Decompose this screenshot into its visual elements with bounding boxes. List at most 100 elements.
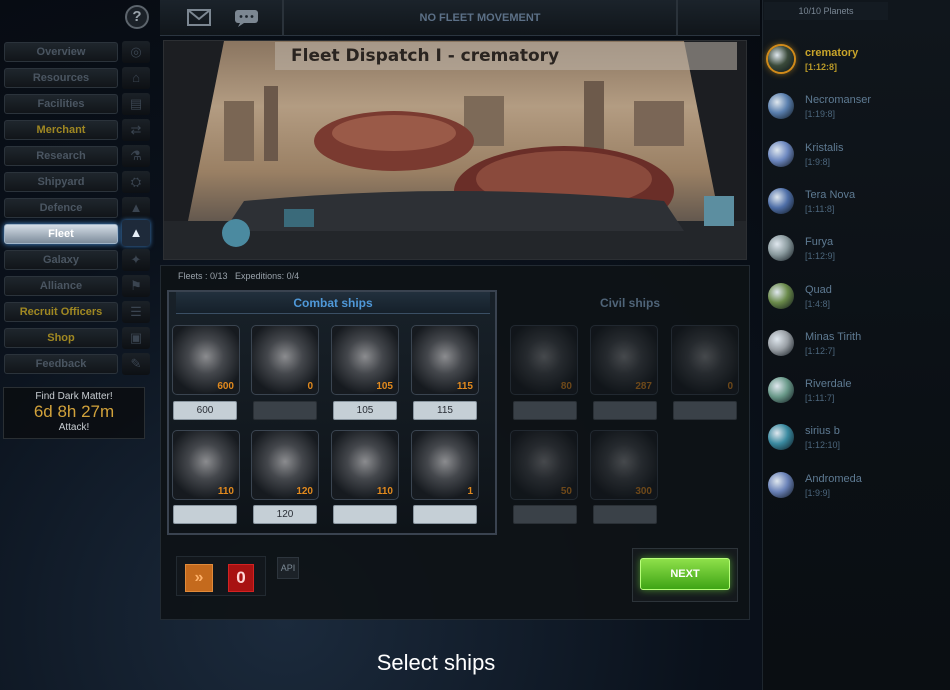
planet-coords: [1:12:9]: [805, 251, 836, 262]
ship-available-count: 600: [217, 381, 234, 392]
shipyard-icon[interactable]: ⛭: [122, 171, 150, 193]
fleet-icon[interactable]: ▲: [122, 220, 150, 246]
dark-matter-attack-link[interactable]: Attack!: [4, 422, 144, 433]
planet-name[interactable]: Kristalis: [805, 142, 844, 154]
select-all-ships-button[interactable]: »: [185, 564, 213, 592]
tab-civil-ships[interactable]: Civil ships: [510, 292, 750, 314]
menu-item-research[interactable]: Research: [4, 146, 118, 166]
ship-available-count: 50: [560, 486, 572, 497]
ship-available-count: 110: [376, 486, 393, 497]
planet-coords: [1:12:8]: [805, 62, 838, 72]
alliance-icon[interactable]: ⚑: [122, 275, 150, 297]
ship-available-count: 300: [635, 486, 652, 497]
ship-card: 287: [590, 325, 658, 395]
menu-item-defence[interactable]: Defence: [4, 198, 118, 218]
ship-quantity-input: [593, 505, 657, 524]
ship-quantity-input[interactable]: [173, 505, 237, 524]
fleet-dispatch-banner: [163, 40, 747, 260]
feedback-icon[interactable]: ✎: [122, 353, 150, 375]
planet-thumbnail[interactable]: [768, 187, 794, 214]
api-button[interactable]: API: [277, 557, 299, 579]
ship-available-count: 1: [467, 486, 473, 497]
planet-name[interactable]: sirius b: [805, 425, 840, 437]
ship-card[interactable]: 120: [251, 430, 319, 500]
clear-selection-button[interactable]: 0: [228, 564, 254, 592]
ship-card[interactable]: 105: [331, 325, 399, 395]
ship-card[interactable]: 0: [251, 325, 319, 395]
ship-card: 300: [590, 430, 658, 500]
ship-card[interactable]: 110: [172, 430, 240, 500]
fleets-count: Fleets : 0/13: [178, 271, 228, 281]
ship-quantity-input[interactable]: 600: [173, 401, 237, 420]
menu-item-shipyard[interactable]: Shipyard: [4, 172, 118, 192]
planet-coords: [1:12:10]: [805, 440, 841, 451]
help-icon[interactable]: ?: [125, 5, 149, 29]
menu-item-fleet[interactable]: Fleet: [4, 224, 118, 244]
planet-name[interactable]: Riverdale: [805, 378, 851, 390]
ship-quantity-input: [673, 401, 737, 420]
ship-card: 50: [510, 430, 578, 500]
ship-quantity-input[interactable]: [333, 505, 397, 524]
planet-coords: [1:9:8]: [805, 156, 831, 167]
research-icon[interactable]: ⚗: [122, 145, 150, 167]
ship-card[interactable]: 115: [411, 325, 479, 395]
tab-combat-ships[interactable]: Combat ships: [176, 292, 490, 314]
menu-item-feedback[interactable]: Feedback: [4, 354, 118, 374]
resources-icon[interactable]: ⌂: [122, 67, 150, 89]
galaxy-icon[interactable]: ✦: [122, 249, 150, 271]
planet-thumbnail[interactable]: [768, 282, 794, 309]
planet-thumbnail[interactable]: [768, 140, 794, 167]
menu-item-shop[interactable]: Shop: [4, 328, 118, 348]
overview-icon[interactable]: ◎: [122, 41, 150, 63]
divider: [676, 0, 678, 36]
page-title: Fleet Dispatch I - crematory: [291, 46, 560, 66]
menu-item-overview[interactable]: Overview: [4, 42, 118, 62]
ship-available-count: 105: [376, 381, 393, 392]
ship-card[interactable]: 1: [411, 430, 479, 500]
planet-coords: [1:12:7]: [805, 345, 836, 356]
planet-name[interactable]: Andromeda: [805, 473, 862, 485]
menu-item-recruit-officers[interactable]: Recruit Officers: [4, 302, 118, 322]
menu-item-facilities[interactable]: Facilities: [4, 94, 118, 114]
planet-name[interactable]: Necromanser: [805, 94, 871, 106]
fleet-movement-status[interactable]: NO FLEET MOVEMENT: [380, 12, 580, 24]
next-button[interactable]: NEXT: [640, 558, 730, 590]
planet-name[interactable]: Quad: [805, 284, 832, 296]
planet-thumbnail[interactable]: [768, 46, 794, 72]
mail-icon[interactable]: [187, 9, 211, 26]
ship-quantity-input[interactable]: [413, 505, 477, 524]
planet-coords: [1:9:9]: [805, 487, 831, 498]
expeditions-count: Expeditions: 0/4: [235, 271, 300, 281]
ship-quantity-input[interactable]: 120: [253, 505, 317, 524]
chat-icon[interactable]: [234, 9, 259, 27]
ship-quantity-input[interactable]: 105: [333, 401, 397, 420]
ship-quantity-input[interactable]: 115: [413, 401, 477, 420]
recruit-officers-icon[interactable]: ☰: [122, 301, 150, 323]
cockpit-scene-image: [164, 41, 746, 259]
ship-card[interactable]: 110: [331, 430, 399, 500]
menu-item-resources[interactable]: Resources: [4, 68, 118, 88]
menu-item-galaxy[interactable]: Galaxy: [4, 250, 118, 270]
planet-name[interactable]: Furya: [805, 236, 833, 248]
ship-quantity-input: [513, 505, 577, 524]
planet-name[interactable]: crematory: [805, 47, 858, 59]
dark-matter-timer: 6d 8h 27m: [33, 402, 115, 421]
ship-card[interactable]: 600: [172, 325, 240, 395]
merchant-icon[interactable]: ⇄: [122, 119, 150, 141]
shop-icon[interactable]: ▣: [122, 327, 150, 349]
facilities-icon[interactable]: ▤: [122, 93, 150, 115]
defence-icon[interactable]: ▲: [122, 197, 150, 219]
planet-thumbnail[interactable]: [768, 235, 794, 262]
menu-item-merchant[interactable]: Merchant: [4, 120, 118, 140]
planet-thumbnail[interactable]: [768, 377, 794, 404]
planet-thumbnail[interactable]: [768, 329, 794, 356]
planet-thumbnail[interactable]: [768, 471, 794, 498]
planet-name[interactable]: Tera Nova: [805, 189, 855, 201]
planet-coords: [1:11:8]: [805, 203, 835, 214]
menu-item-alliance[interactable]: Alliance: [4, 276, 118, 296]
dark-matter-title: Find Dark Matter!: [35, 391, 113, 402]
dark-matter-promo[interactable]: Find Dark Matter! 6d 8h 27m Attack!: [3, 387, 145, 439]
ship-available-count: 110: [217, 486, 234, 497]
planet-name[interactable]: Minas Tirith: [805, 331, 861, 343]
divider: [282, 0, 284, 36]
